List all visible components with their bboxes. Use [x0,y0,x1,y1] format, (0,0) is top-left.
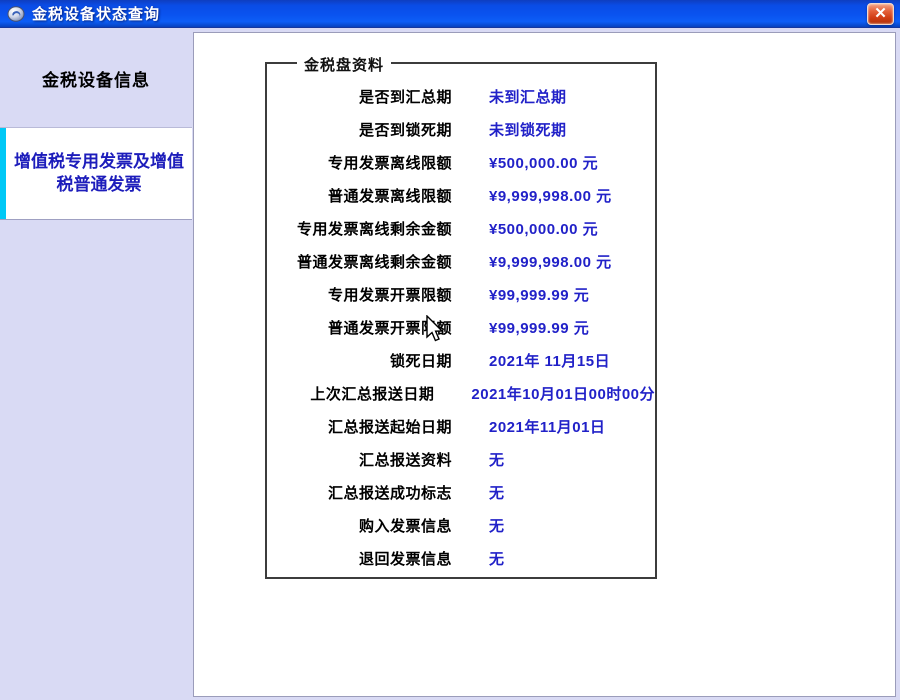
row-value: ¥9,999,998.00 元 [452,185,612,206]
info-row: 购入发票信息无 [267,509,655,542]
row-value: ¥99,999.99 元 [452,284,589,305]
info-row: 是否到汇总期未到汇总期 [267,80,655,113]
row-value: 2021年11月01日 [452,416,605,437]
row-label: 汇总报送资料 [267,449,452,470]
row-label: 上次汇总报送日期 [267,383,434,404]
info-row: 锁死日期2021年 11月15日 [267,344,655,377]
row-label: 锁死日期 [267,350,452,371]
row-value: ¥500,000.00 元 [452,218,598,239]
info-row: 专用发票离线剩余金额¥500,000.00 元 [267,212,655,245]
info-row: 普通发票离线剩余金额¥9,999,998.00 元 [267,245,655,278]
groupbox-legend: 金税盘资料 [297,54,391,75]
row-value: 无 [452,515,505,536]
row-label: 是否到汇总期 [267,86,452,107]
info-row: 汇总报送起始日期2021年11月01日 [267,410,655,443]
row-value: ¥99,999.99 元 [452,317,589,338]
row-value: 无 [452,548,505,569]
row-label: 专用发票开票限额 [267,284,452,305]
row-label: 普通发票开票限额 [267,317,452,338]
info-rows: 是否到汇总期未到汇总期是否到锁死期未到锁死期专用发票离线限额¥500,000.0… [267,80,655,575]
row-label: 是否到锁死期 [267,119,452,140]
info-row: 是否到锁死期未到锁死期 [267,113,655,146]
sidebar-item-vat-invoices[interactable]: 增值税专用发票及增值税普通发票 [0,127,192,220]
row-label: 购入发票信息 [267,515,452,536]
sidebar: 金税设备信息 增值税专用发票及增值税普通发票 [0,28,193,700]
row-value: 无 [452,449,505,470]
info-row: 汇总报送成功标志无 [267,476,655,509]
sidebar-item-device-info[interactable]: 金税设备信息 [0,30,192,126]
info-row: 专用发票离线限额¥500,000.00 元 [267,146,655,179]
row-value: ¥9,999,998.00 元 [452,251,612,272]
title-bar[interactable]: 金税设备状态查询 ✕ [0,0,900,28]
row-label: 普通发票离线限额 [267,185,452,206]
info-row: 普通发票离线限额¥9,999,998.00 元 [267,179,655,212]
row-value: 2021年10月01日00时00分 [434,383,655,404]
app-window: 金税设备状态查询 ✕ 金税设备信息 增值税专用发票及增值税普通发票 金税盘资料 … [0,0,900,700]
selected-tab-stripe [0,128,6,219]
app-icon [7,5,25,23]
info-row: 上次汇总报送日期2021年10月01日00时00分 [267,377,655,410]
row-label: 专用发票离线限额 [267,152,452,173]
row-value: 无 [452,482,505,503]
row-value: ¥500,000.00 元 [452,152,598,173]
info-row: 专用发票开票限额¥99,999.99 元 [267,278,655,311]
row-label: 退回发票信息 [267,548,452,569]
window-title: 金税设备状态查询 [32,3,160,24]
row-label: 汇总报送起始日期 [267,416,452,437]
row-label: 汇总报送成功标志 [267,482,452,503]
info-row: 汇总报送资料无 [267,443,655,476]
sidebar-item-label: 增值税专用发票及增值税普通发票 [12,151,186,197]
row-label: 普通发票离线剩余金额 [267,251,452,272]
sidebar-item-label: 金税设备信息 [42,66,150,91]
close-button[interactable]: ✕ [867,3,894,25]
main-panel: 金税盘资料 是否到汇总期未到汇总期是否到锁死期未到锁死期专用发票离线限额¥500… [193,32,896,697]
row-label: 专用发票离线剩余金额 [267,218,452,239]
row-value: 未到锁死期 [452,119,567,140]
row-value: 未到汇总期 [452,86,567,107]
row-value: 2021年 11月15日 [452,350,610,371]
info-row: 退回发票信息无 [267,542,655,575]
info-row: 普通发票开票限额¥99,999.99 元 [267,311,655,344]
tax-disk-groupbox: 金税盘资料 是否到汇总期未到汇总期是否到锁死期未到锁死期专用发票离线限额¥500… [265,62,657,579]
